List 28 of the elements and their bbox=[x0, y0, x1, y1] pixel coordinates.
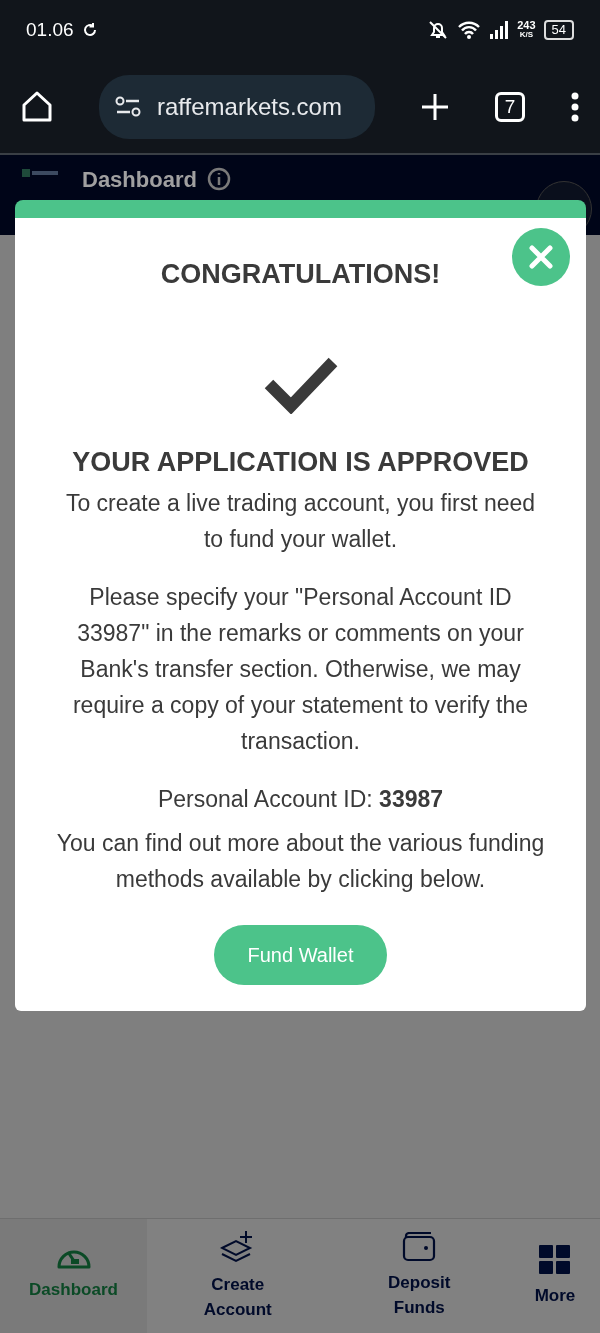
nav-tab[interactable]: Deposit Funds bbox=[328, 1219, 510, 1333]
message-text: Please specify your "Personal Account ID 33987" in the remarks or comments on your Bank's transfer section. Otherwise, we may require a copy of your statement to verify the transaction. bbox=[71, 582, 530, 756]
speed-unit: K/S bbox=[519, 30, 533, 40]
gauge-icon bbox=[55, 1250, 92, 1269]
message-text: To create a live trading account, you first need to fund your wallet. bbox=[64, 488, 537, 554]
account-id-text: Personal Account ID: 33987 bbox=[156, 784, 445, 814]
nav-tab[interactable]: More bbox=[510, 1219, 600, 1333]
new-tab-icon[interactable] bbox=[420, 91, 450, 122]
home-icon[interactable] bbox=[20, 89, 54, 124]
approval-heading: YOUR APPLICATION IS APPROVED bbox=[71, 446, 530, 479]
info-icon[interactable] bbox=[206, 167, 231, 191]
signal-icon bbox=[489, 20, 510, 40]
nav-tab[interactable]: Create Account bbox=[147, 1219, 329, 1333]
grid-icon bbox=[539, 1244, 571, 1275]
modal-title: CONGRATULATIONS! bbox=[159, 258, 442, 291]
site-settings-icon bbox=[115, 95, 141, 118]
logo-icon bbox=[22, 167, 58, 179]
clock-time: 01.06 bbox=[26, 17, 74, 42]
menu-icon[interactable] bbox=[570, 91, 580, 122]
network-speed: 243 bbox=[517, 20, 536, 30]
wallet-icon bbox=[402, 1232, 437, 1262]
battery-level: 54 bbox=[543, 20, 574, 40]
wifi-icon bbox=[457, 20, 482, 40]
tab-count[interactable]: 7 bbox=[495, 91, 525, 122]
message-text: You can find out more about the various funding methods available by clicking below. bbox=[55, 828, 546, 894]
address-bar[interactable]: raffemarkets.com bbox=[99, 74, 375, 139]
page-title: Dashboard bbox=[82, 167, 197, 193]
sync-icon bbox=[81, 22, 98, 38]
